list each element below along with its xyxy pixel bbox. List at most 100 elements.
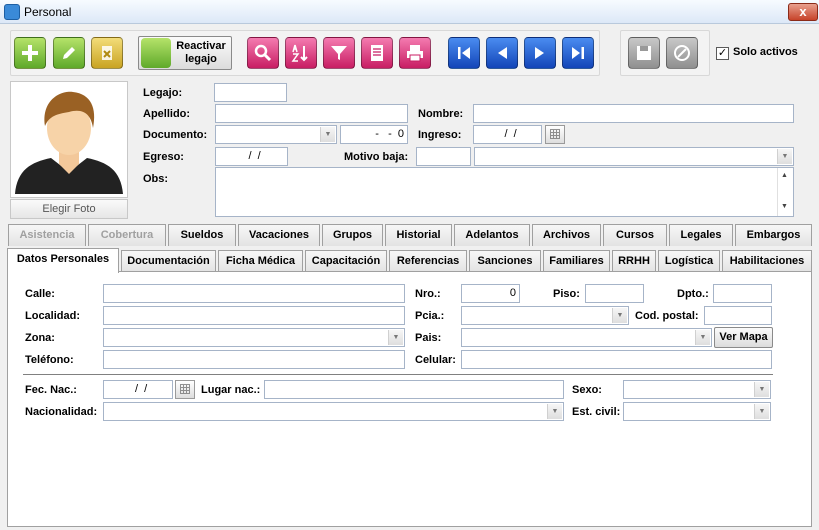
cod-postal-label: Cod. postal: bbox=[635, 310, 699, 322]
piso-input[interactable] bbox=[585, 284, 644, 303]
tab-logistica[interactable]: Logística bbox=[658, 250, 720, 272]
nacionalidad-select[interactable]: ▼ bbox=[103, 402, 564, 421]
filter-button[interactable] bbox=[323, 37, 355, 69]
tab-ficha-medica[interactable]: Ficha Médica bbox=[218, 250, 303, 272]
tab-adelantos[interactable]: Adelantos bbox=[454, 224, 530, 246]
nombre-input[interactable] bbox=[473, 104, 794, 123]
chevron-down-icon: ▼ bbox=[320, 127, 335, 142]
close-button[interactable]: x bbox=[788, 3, 818, 21]
search-icon bbox=[254, 44, 272, 62]
documento-number-input[interactable]: - - 0 bbox=[340, 125, 408, 144]
add-button[interactable] bbox=[14, 37, 46, 69]
sort-button[interactable] bbox=[285, 37, 317, 69]
fec-nac-input[interactable]: / / bbox=[103, 380, 173, 399]
next-record-button[interactable] bbox=[524, 37, 556, 69]
chevron-down-icon: ▼ bbox=[547, 404, 562, 419]
obs-label: Obs: bbox=[143, 173, 169, 185]
save-icon bbox=[637, 46, 651, 60]
sexo-select[interactable]: ▼ bbox=[623, 380, 771, 399]
tab-cobertura[interactable]: Cobertura bbox=[88, 224, 166, 246]
edit-button[interactable] bbox=[53, 37, 85, 69]
tab-sanciones[interactable]: Sanciones bbox=[469, 250, 541, 272]
tab-habilitaciones[interactable]: Habilitaciones bbox=[722, 250, 812, 272]
fec-nac-calendar-button[interactable] bbox=[175, 380, 195, 399]
cancel-button[interactable] bbox=[666, 37, 698, 69]
last-record-button[interactable] bbox=[562, 37, 594, 69]
localidad-label: Localidad: bbox=[25, 310, 81, 322]
search-button[interactable] bbox=[247, 37, 279, 69]
motivo-baja-select[interactable]: ▼ bbox=[474, 147, 794, 166]
cod-postal-input[interactable] bbox=[704, 306, 772, 325]
first-record-button[interactable] bbox=[448, 37, 480, 69]
apellido-label: Apellido: bbox=[143, 108, 191, 120]
obs-textarea[interactable] bbox=[215, 167, 794, 217]
fec-nac-label: Fec. Nac.: bbox=[25, 384, 77, 396]
nro-input[interactable]: 0 bbox=[461, 284, 520, 303]
tab-datos-personales[interactable]: Datos Personales bbox=[7, 248, 119, 273]
ver-mapa-button[interactable]: Ver Mapa bbox=[714, 327, 773, 348]
employee-photo bbox=[10, 81, 128, 198]
sort-az-icon bbox=[291, 44, 308, 62]
tab-legales[interactable]: Legales bbox=[669, 224, 733, 246]
tab-vacaciones[interactable]: Vacaciones bbox=[238, 224, 320, 246]
telefono-label: Teléfono: bbox=[25, 354, 74, 366]
save-button[interactable] bbox=[628, 37, 660, 69]
tab-grupos[interactable]: Grupos bbox=[322, 224, 383, 246]
reactivar-label: Reactivar legajo bbox=[171, 40, 231, 66]
tab-sueldos[interactable]: Sueldos bbox=[168, 224, 236, 246]
lugar-nac-input[interactable] bbox=[264, 380, 564, 399]
ingreso-calendar-button[interactable] bbox=[545, 125, 565, 144]
chevron-down-icon: ▼ bbox=[388, 330, 403, 345]
documento-type-select[interactable]: ▼ bbox=[215, 125, 337, 144]
obs-scrollbar[interactable]: ▲ ▼ bbox=[777, 168, 793, 216]
ingreso-label: Ingreso: bbox=[418, 129, 462, 141]
legajo-label: Legajo: bbox=[143, 87, 183, 99]
divider bbox=[23, 374, 773, 375]
tab-archivos[interactable]: Archivos bbox=[532, 224, 601, 246]
lugar-nac-label: Lugar nac.: bbox=[201, 384, 261, 396]
motivo-baja-code-input[interactable] bbox=[416, 147, 471, 166]
nacionalidad-label: Nacionalidad: bbox=[25, 406, 98, 418]
egreso-date-input[interactable]: / / bbox=[215, 147, 288, 166]
chevron-down-icon: ▼ bbox=[612, 308, 627, 323]
tab-historial[interactable]: Historial bbox=[385, 224, 452, 246]
window-title: Personal bbox=[24, 5, 72, 19]
est-civil-label: Est. civil: bbox=[572, 406, 621, 418]
est-civil-select[interactable]: ▼ bbox=[623, 402, 771, 421]
celular-input[interactable] bbox=[461, 350, 772, 369]
tab-rrhh[interactable]: RRHH bbox=[612, 250, 656, 272]
chevron-down-icon: ▼ bbox=[695, 330, 710, 345]
tab-cursos[interactable]: Cursos bbox=[603, 224, 667, 246]
list-button[interactable] bbox=[361, 37, 393, 69]
reactivar-legajo-button[interactable]: Reactivar legajo bbox=[138, 36, 232, 70]
filter-icon bbox=[331, 46, 347, 60]
previous-record-button[interactable] bbox=[486, 37, 518, 69]
print-button[interactable] bbox=[399, 37, 431, 69]
zona-select[interactable]: ▼ bbox=[103, 328, 405, 347]
pais-select[interactable]: ▼ bbox=[461, 328, 712, 347]
tab-capacitacion[interactable]: Capacitación bbox=[305, 250, 387, 272]
tab-documentacion[interactable]: Documentación bbox=[121, 250, 216, 272]
app-icon bbox=[4, 4, 20, 20]
tab-embargos[interactable]: Embargos bbox=[735, 224, 812, 246]
sexo-label: Sexo: bbox=[572, 384, 602, 396]
ingreso-date-input[interactable]: / / bbox=[473, 125, 542, 144]
pcia-select[interactable]: ▼ bbox=[461, 306, 629, 325]
tab-asistencia[interactable]: Asistencia bbox=[8, 224, 86, 246]
tab-familiares[interactable]: Familiares bbox=[543, 250, 610, 272]
reactivate-icon bbox=[141, 38, 171, 68]
delete-button[interactable] bbox=[91, 37, 123, 69]
tab-referencias[interactable]: Referencias bbox=[389, 250, 467, 272]
elegir-foto-button[interactable]: Elegir Foto bbox=[10, 199, 128, 219]
chevron-down-icon: ▼ bbox=[754, 382, 769, 397]
localidad-input[interactable] bbox=[103, 306, 405, 325]
telefono-input[interactable] bbox=[103, 350, 405, 369]
apellido-input[interactable] bbox=[215, 104, 408, 123]
legajo-input[interactable] bbox=[214, 83, 287, 102]
calle-input[interactable] bbox=[103, 284, 405, 303]
next-record-icon bbox=[535, 47, 544, 59]
dpto-input[interactable] bbox=[713, 284, 772, 303]
documento-label: Documento: bbox=[143, 129, 208, 141]
print-icon bbox=[407, 45, 423, 62]
solo-activos-checkbox[interactable]: ✓ bbox=[716, 47, 729, 60]
